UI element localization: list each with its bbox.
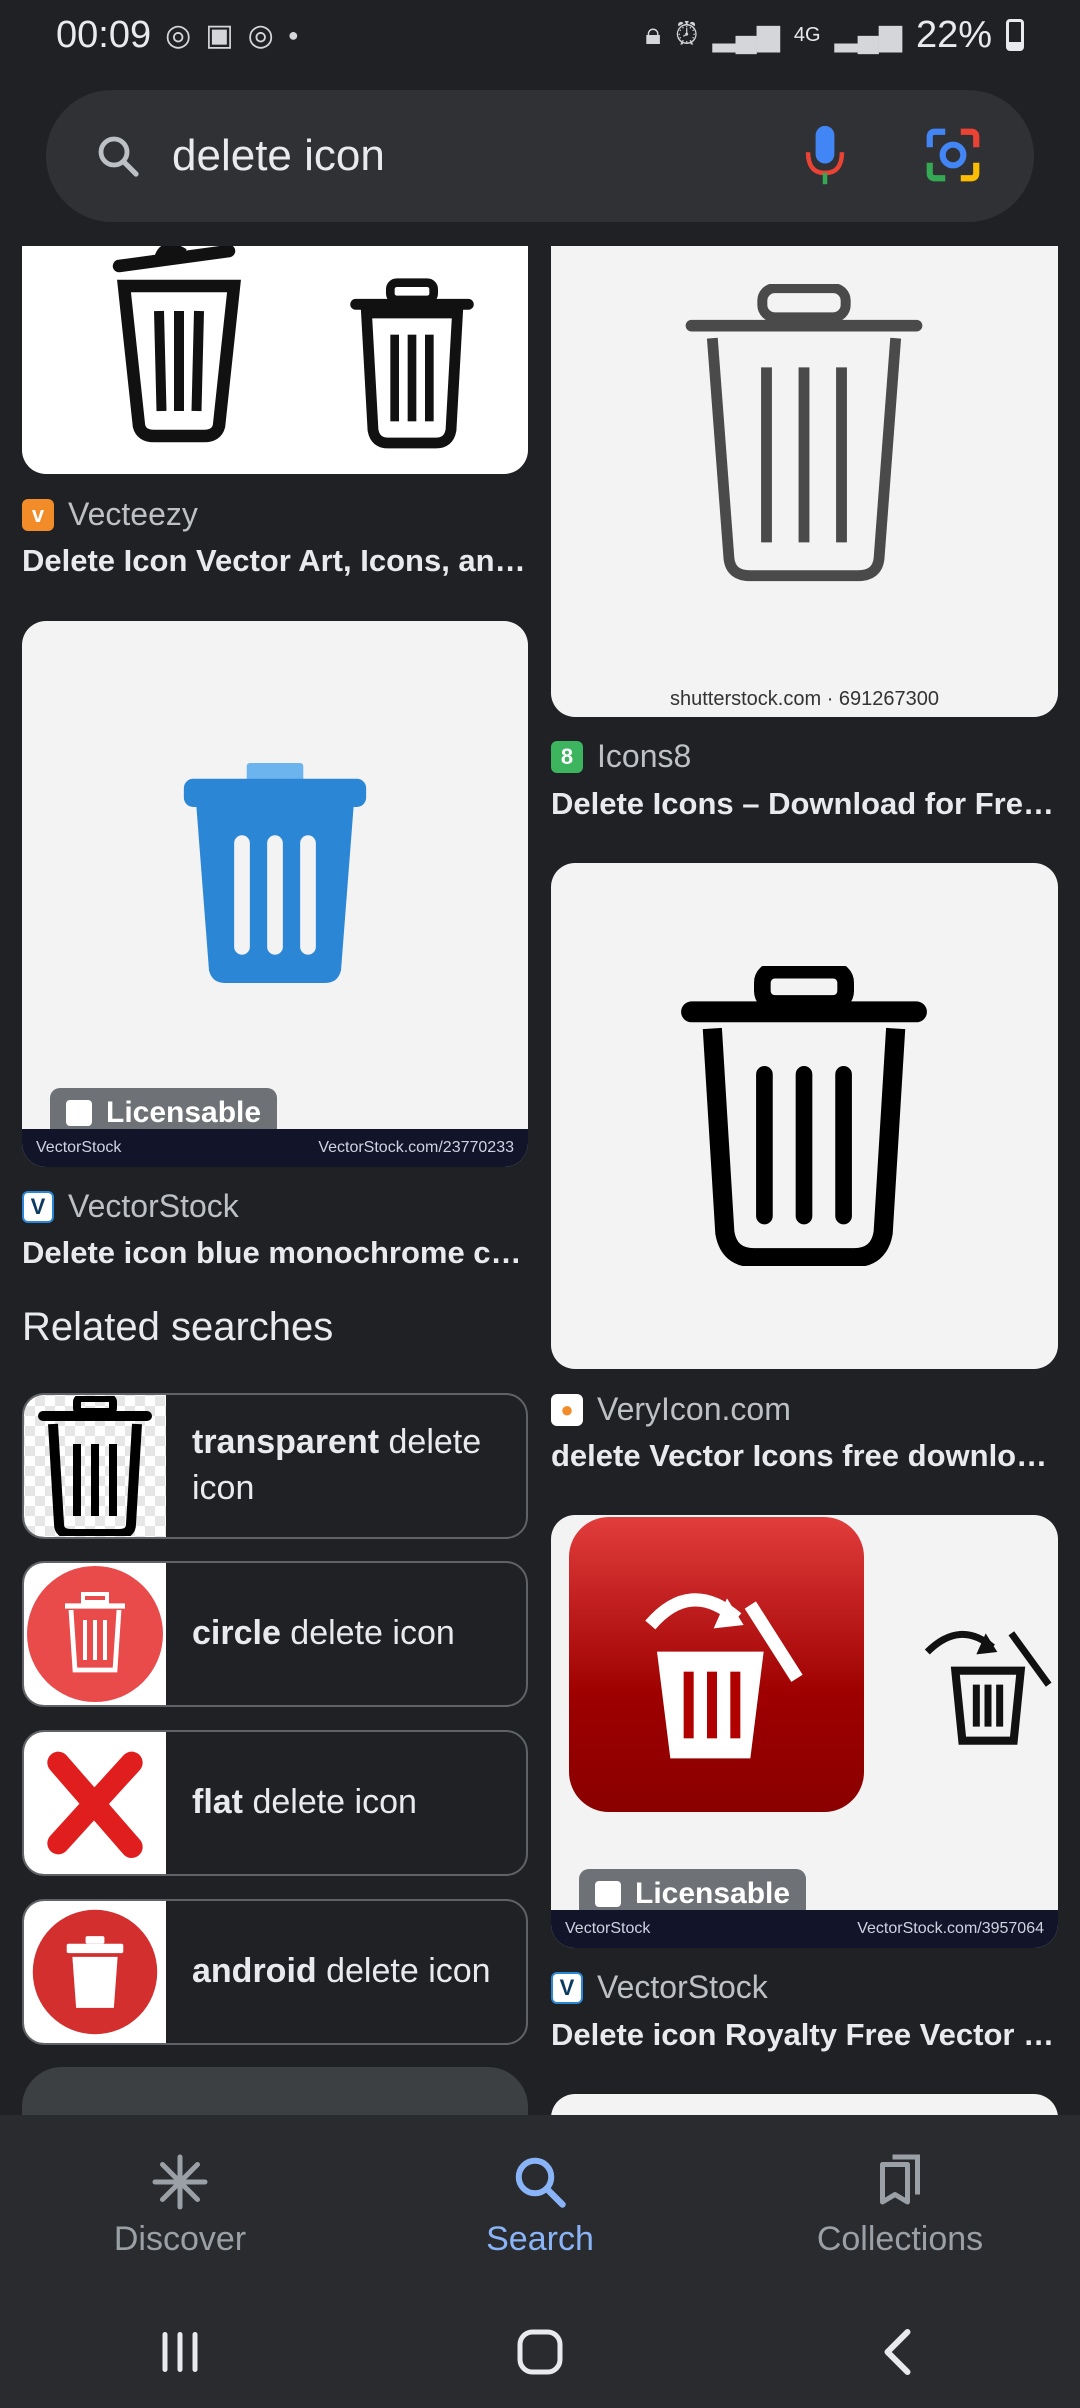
red-x-icon bbox=[47, 1751, 143, 1858]
system-navigation-bar bbox=[0, 2295, 1080, 2408]
trash-can-icon bbox=[38, 1396, 152, 1536]
image-watermark: shutterstock.com · 691267300 bbox=[669, 688, 940, 710]
whatsapp-icon: ◎ bbox=[247, 18, 274, 52]
result-title[interactable]: Delete icon Royalty Free Vector … bbox=[551, 2017, 1058, 2053]
signal-icon: ▂▄▆ bbox=[712, 18, 780, 52]
search-input[interactable]: delete icon bbox=[172, 131, 385, 181]
related-search-chip[interactable]: circle delete icon bbox=[22, 1561, 528, 1707]
nav-label: Discover bbox=[113, 2219, 247, 2258]
lens-camera-icon[interactable] bbox=[922, 124, 984, 186]
veryicon-favicon: ● bbox=[551, 1393, 583, 1426]
image-icon bbox=[595, 1881, 621, 1907]
image-watermark: VectorStock VectorStock.com/23770233 bbox=[22, 1129, 528, 1167]
result-title[interactable]: Delete icon blue monochrome c… bbox=[22, 1235, 528, 1271]
trash-can-icon bbox=[685, 284, 923, 582]
chip-label: transparent delete icon bbox=[192, 1423, 482, 1507]
result-image-vecteezy[interactable] bbox=[22, 246, 528, 474]
red-trash-button-graphic bbox=[569, 1517, 864, 1812]
network-type: 4G bbox=[793, 23, 821, 46]
microphone-icon[interactable] bbox=[802, 124, 848, 188]
alarm-icon: ⏰︎ bbox=[675, 18, 699, 51]
result-source: v Vecteezy bbox=[22, 496, 198, 533]
trash-can-icon bbox=[350, 278, 474, 449]
search-bar[interactable]: delete icon bbox=[46, 90, 1034, 222]
vectorstock-favicon: V bbox=[551, 1971, 583, 2004]
lock-icon: 🔒︎ bbox=[645, 18, 662, 51]
trash-can-open-icon bbox=[112, 246, 241, 443]
trash-can-circle-icon bbox=[32, 1909, 158, 2035]
chip-label: circle delete icon bbox=[192, 1614, 455, 1653]
result-source: V VectorStock bbox=[551, 1969, 768, 2006]
result-source: V VectorStock bbox=[22, 1188, 239, 1225]
nav-search[interactable]: Search bbox=[360, 2115, 720, 2295]
image-icon bbox=[66, 1100, 92, 1126]
result-image-veryicon[interactable] bbox=[551, 863, 1058, 1369]
nav-label: Search bbox=[486, 2219, 594, 2258]
collections-icon bbox=[880, 2154, 920, 2204]
result-source: ● VeryIcon.com bbox=[551, 1391, 791, 1428]
chip-label: flat delete icon bbox=[192, 1783, 417, 1822]
nav-label: Collections bbox=[816, 2219, 984, 2258]
icons8-favicon: 8 bbox=[551, 740, 583, 773]
trash-can-icon bbox=[681, 966, 927, 1266]
gallery-icon: ▣ bbox=[205, 18, 234, 52]
chip-thumbnail bbox=[24, 1901, 166, 2043]
vectorstock-favicon: V bbox=[22, 1190, 54, 1223]
nav-discover[interactable]: Discover bbox=[0, 2115, 360, 2295]
image-watermark: VectorStock VectorStock.com/3957064 bbox=[551, 1910, 1058, 1948]
related-search-chip[interactable]: flat delete icon bbox=[22, 1730, 528, 1876]
result-title[interactable]: Delete Icon Vector Art, Icons, an… bbox=[22, 543, 528, 579]
trash-can-circle-icon bbox=[27, 1566, 163, 1702]
result-image-vectorstock-blue[interactable]: Licensable VectorStock VectorStock.com/2… bbox=[22, 621, 528, 1167]
chip-thumbnail bbox=[24, 1395, 166, 1537]
clock: 00:09 bbox=[56, 13, 152, 56]
signal-icon: ▂▄▆ bbox=[834, 18, 902, 52]
vecteezy-favicon: v bbox=[22, 498, 54, 531]
result-title[interactable]: Delete Icons – Download for Fre… bbox=[551, 786, 1058, 822]
whatsapp-icon: ◎ bbox=[165, 18, 192, 52]
search-icon bbox=[515, 2157, 566, 2208]
trash-can-arrow-icon bbox=[645, 1593, 803, 1759]
result-title[interactable]: delete Vector Icons free downlo… bbox=[551, 1438, 1058, 1474]
chip-thumbnail bbox=[24, 1563, 166, 1705]
related-search-chip[interactable]: android delete icon bbox=[22, 1899, 528, 2045]
trash-can-arrow-icon bbox=[924, 1631, 1052, 1745]
asterisk-icon bbox=[152, 2154, 208, 2209]
battery-percent: 22% bbox=[915, 13, 992, 56]
home-icon[interactable] bbox=[510, 2322, 570, 2382]
result-image-vectorstock-red[interactable]: Licensable VectorStock VectorStock.com/3… bbox=[551, 1515, 1058, 1948]
chip-thumbnail bbox=[24, 1732, 166, 1874]
result-image-icons8[interactable]: shutterstock.com · 691267300 bbox=[551, 246, 1058, 717]
result-source: 8 Icons8 bbox=[551, 738, 691, 775]
nav-collections[interactable]: Collections bbox=[720, 2115, 1080, 2295]
back-icon[interactable] bbox=[870, 2322, 930, 2382]
related-search-chip[interactable]: transparent delete icon bbox=[22, 1393, 528, 1539]
recent-apps-icon[interactable] bbox=[150, 2322, 210, 2382]
chip-label: android delete icon bbox=[192, 1952, 491, 1991]
search-icon bbox=[98, 136, 139, 177]
status-bar: 00:09 ◎ ▣ ◎ ● 🔒︎ ⏰︎ ▂▄▆ 4G ▂▄▆ 22% bbox=[0, 0, 1080, 70]
related-searches-heading: Related searches bbox=[22, 1305, 334, 1349]
dot-icon: ● bbox=[287, 24, 299, 45]
bottom-navigation: Discover Search Collections bbox=[0, 2115, 1080, 2295]
trash-can-icon bbox=[183, 763, 367, 983]
battery-icon bbox=[1006, 19, 1024, 51]
